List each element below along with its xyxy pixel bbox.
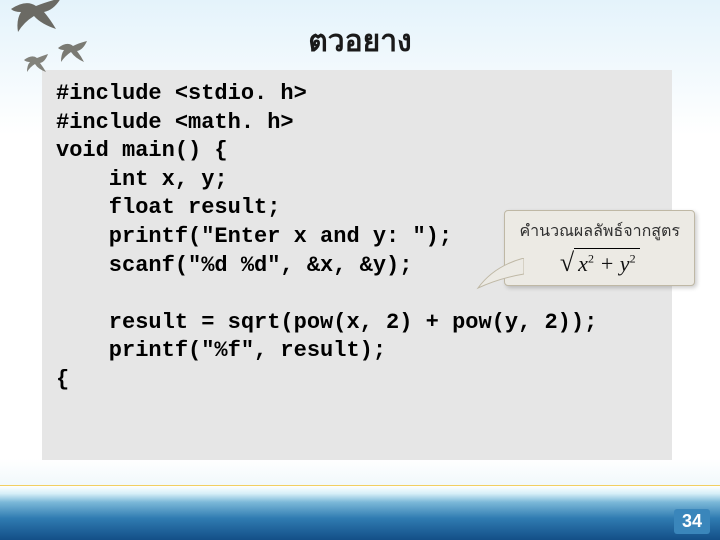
ocean-footer	[0, 485, 720, 540]
formula-callout: คำนวณผลลัพธ์จากสูตร √ x2 + y2	[504, 210, 695, 286]
slide-title: ตวอยาง	[0, 18, 720, 65]
bird-decor-small-2	[22, 52, 50, 76]
callout-formula: √ x2 + y2	[519, 248, 680, 277]
page-number: 34	[674, 509, 710, 534]
bird-decor-small-1	[55, 38, 89, 68]
callout-caption: คำนวณผลลัพธ์จากสูตร	[519, 219, 680, 244]
